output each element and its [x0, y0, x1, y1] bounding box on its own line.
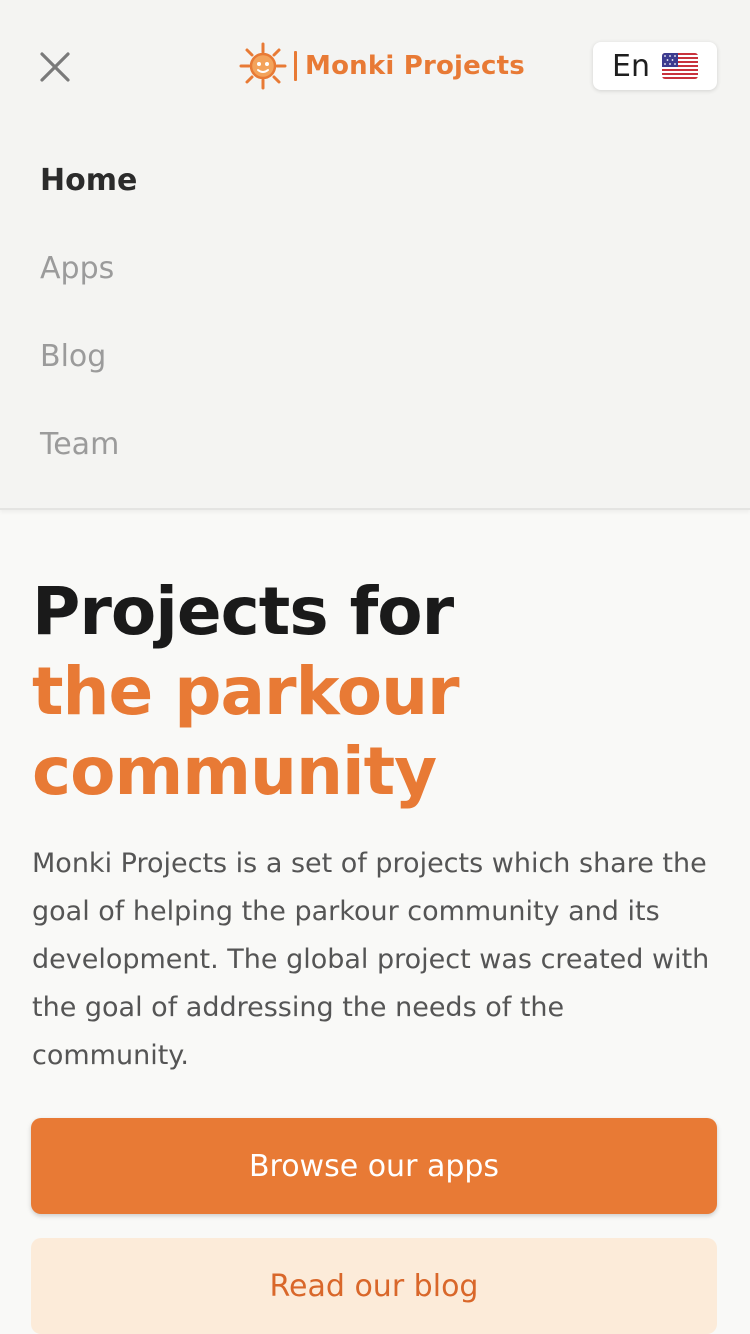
nav-item-home[interactable]: Home [40, 150, 137, 238]
close-menu-button[interactable] [36, 48, 74, 86]
hero-description: Monki Projects is a set of projects whic… [32, 848, 710, 1071]
language-selector-button[interactable]: En [593, 42, 717, 90]
browse-apps-button[interactable]: Browse our apps [31, 1118, 717, 1214]
brand-name: Monki Projects [305, 51, 525, 81]
hero-title-line: Projects for [32, 573, 454, 650]
brand-divider [294, 51, 297, 81]
main-nav: Home Apps Blog Team [40, 150, 137, 502]
hero-title-accent-line: community [32, 733, 437, 810]
close-icon [40, 52, 70, 82]
monki-logo-icon [239, 42, 287, 90]
read-blog-button[interactable]: Read our blog [31, 1238, 717, 1334]
page: Monki Projects En Home Apps Blog Team Pr… [0, 0, 750, 1334]
hero-section: Projects for the parkour community Monki… [32, 572, 722, 1080]
brand-link[interactable]: Monki Projects [238, 40, 525, 92]
language-code: En [612, 48, 650, 84]
nav-item-team[interactable]: Team [40, 414, 137, 502]
nav-item-blog[interactable]: Blog [40, 326, 137, 414]
us-flag-icon [661, 53, 698, 79]
hero-title: Projects for the parkour community [32, 572, 722, 812]
nav-menu-panel: Monki Projects En Home Apps Blog Team [0, 0, 750, 510]
hero-title-accent-line: the parkour [32, 653, 460, 730]
nav-item-apps[interactable]: Apps [40, 238, 137, 326]
